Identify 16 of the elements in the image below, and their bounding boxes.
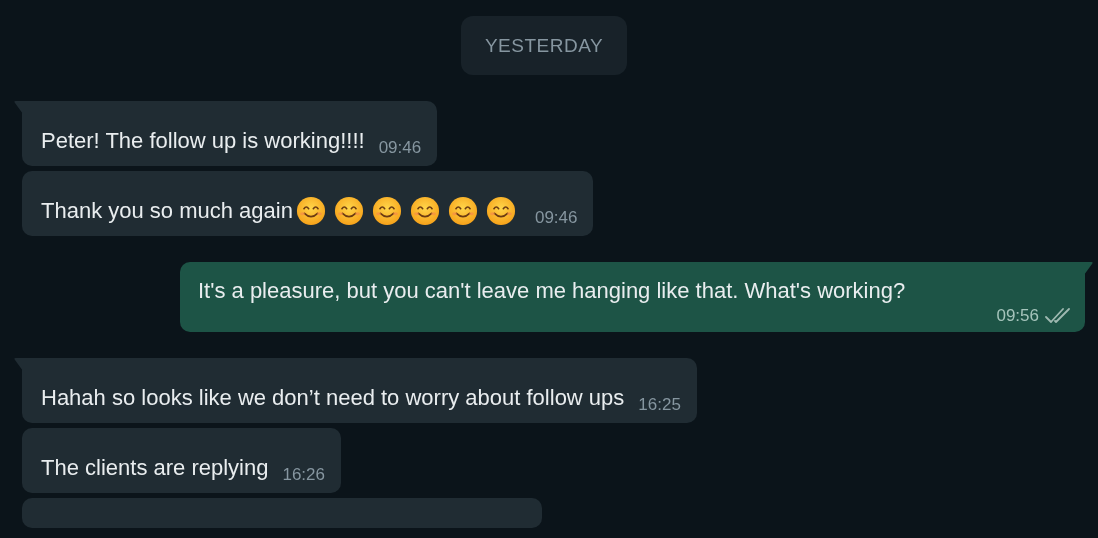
- message-time: 09:56: [996, 306, 1039, 326]
- message-text: It's a pleasure, but you can't leave me hanging like that. What's working?: [198, 278, 906, 303]
- smiling-emoji-icon: [409, 196, 440, 226]
- message-text: Peter! The follow up is working!!!!: [41, 127, 365, 155]
- message-time: 09:46: [534, 208, 578, 228]
- smiling-emoji-icon: [295, 196, 326, 226]
- message-text: Hahah so looks like we don’t need to worry about follow ups: [41, 384, 625, 412]
- message-text: The clients are replying: [41, 454, 269, 482]
- message-time: 16:25: [638, 395, 681, 415]
- smiling-emoji-icon: [333, 196, 364, 226]
- message-text: Thank you so much again: [41, 197, 293, 225]
- smiling-emoji-icon: [485, 196, 516, 226]
- smiling-emoji-icon: [447, 196, 478, 226]
- message-time: 09:46: [378, 138, 422, 158]
- smiling-emoji-icon: [371, 196, 402, 226]
- message-time: 16:26: [282, 465, 325, 485]
